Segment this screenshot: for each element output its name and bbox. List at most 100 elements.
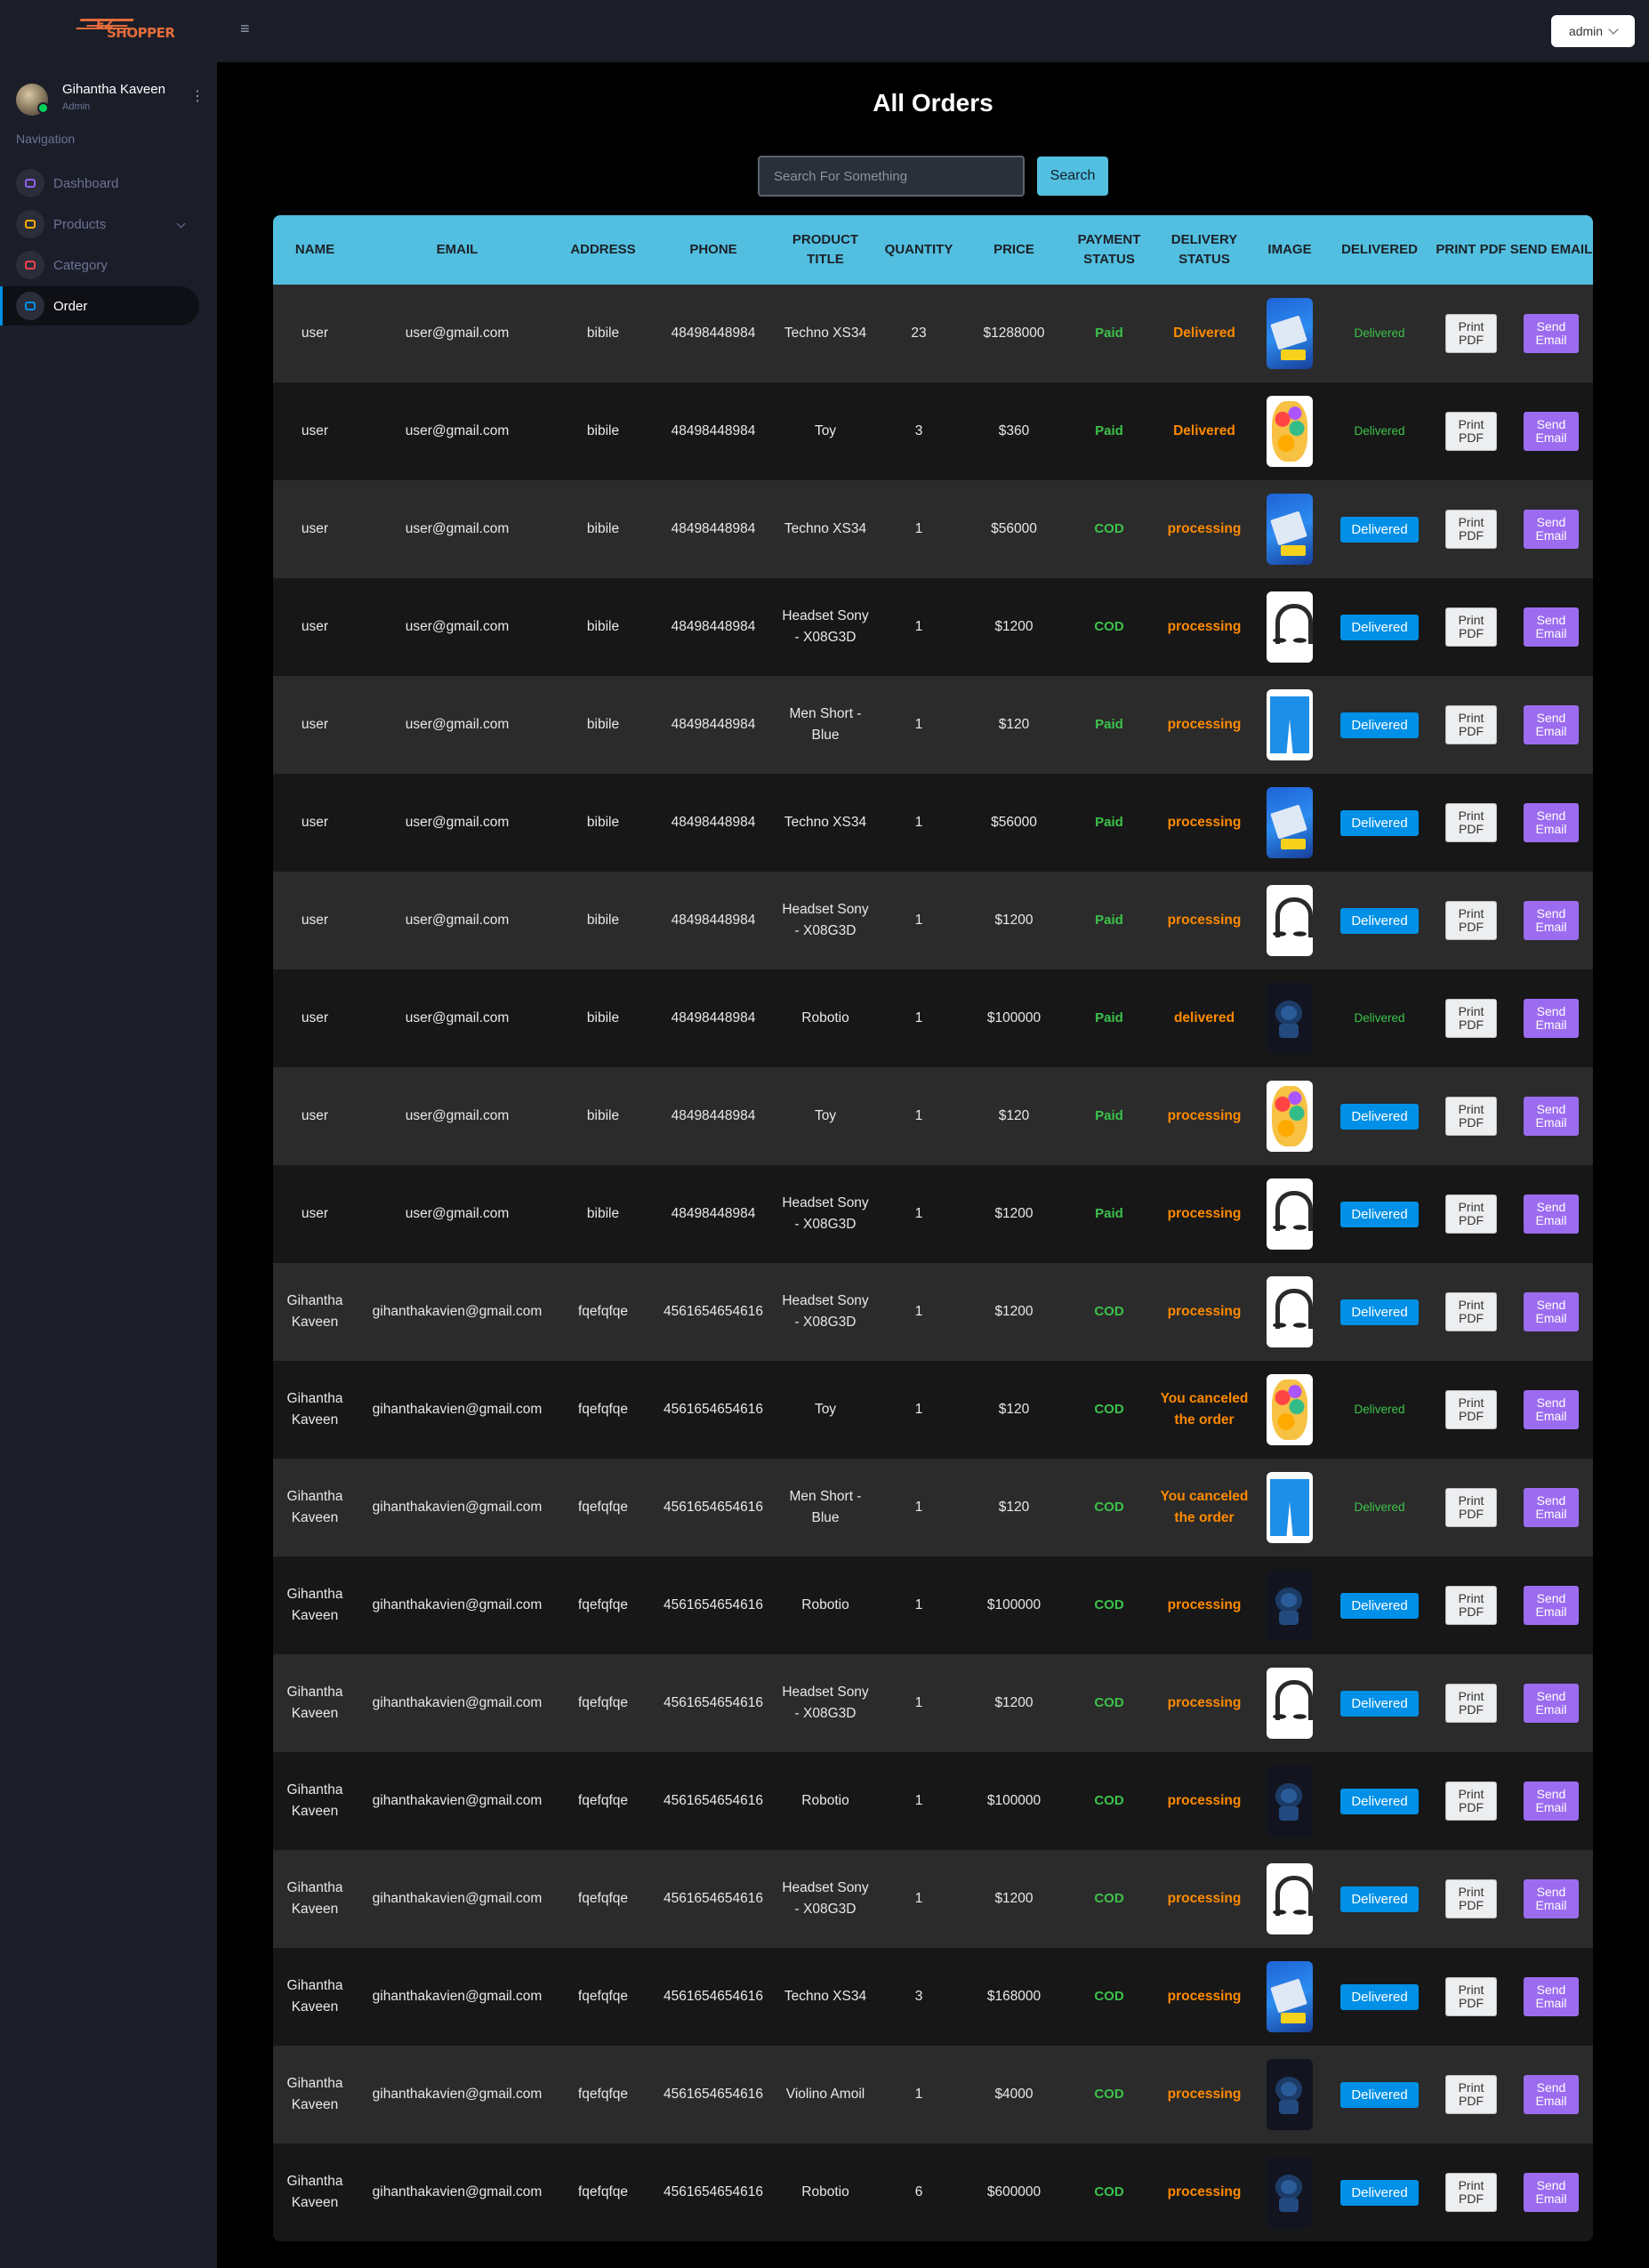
print-pdf-button[interactable]: Print PDF [1445,1977,1497,2016]
sidebar-item-products[interactable]: Products [0,205,199,244]
print-pdf-button[interactable]: Print PDF [1445,607,1497,647]
column-header[interactable]: PRODUCT TITLE [778,215,873,285]
column-header[interactable]: DELIVERED [1326,215,1433,285]
column-header[interactable]: IMAGE [1253,215,1326,285]
send-email-button[interactable]: Send Email [1524,999,1579,1038]
mark-delivered-button[interactable]: Delivered [1340,1201,1419,1227]
print-pdf-button[interactable]: Print PDF [1445,803,1497,842]
mark-delivered-button[interactable]: Delivered [1340,2179,1419,2206]
column-header[interactable]: PHONE [648,215,778,285]
print-pdf-button[interactable]: Print PDF [1445,510,1497,549]
search-input[interactable] [758,156,1025,197]
send-email-button[interactable]: Send Email [1524,705,1579,744]
column-header[interactable]: QUANTITY [873,215,965,285]
send-email-button[interactable]: Send Email [1524,803,1579,842]
cell-print-pdf: Print PDF [1433,2143,1509,2241]
send-email-button[interactable]: Send Email [1524,1684,1579,1723]
cell-address-text: bibile [586,1108,620,1123]
mark-delivered-button[interactable]: Delivered [1340,1299,1419,1325]
send-email-button[interactable]: Send Email [1524,1586,1579,1625]
cell-name-text: user [301,913,329,928]
product-thumbnail [1267,591,1313,663]
print-pdf-button[interactable]: Print PDF [1445,314,1497,353]
sidebar: Gihantha Kaveen Admin ⋮ Navigation Dashb… [0,62,217,2268]
cell-delivered: Delivered [1326,1067,1433,1165]
send-email-button[interactable]: Send Email [1524,1194,1579,1234]
send-email-button[interactable]: Send Email [1524,607,1579,647]
send-email-button[interactable]: Send Email [1524,1977,1579,2016]
print-pdf-button[interactable]: Print PDF [1445,1488,1497,1527]
mark-delivered-button[interactable]: Delivered [1340,516,1419,543]
print-pdf-button[interactable]: Print PDF [1445,2173,1497,2212]
send-email-button[interactable]: Send Email [1524,2173,1579,2212]
print-pdf-button[interactable]: Print PDF [1445,1879,1497,1918]
column-header[interactable]: EMAIL [357,215,558,285]
column-header[interactable]: SEND EMAIL [1509,215,1593,285]
send-email-button[interactable]: Send Email [1524,1292,1579,1331]
send-email-button[interactable]: Send Email [1524,901,1579,940]
mark-delivered-button[interactable]: Delivered [1340,1690,1419,1717]
cell-email: gihanthakavien@gmail.com [357,1654,558,1752]
cell-delivery-status: processing [1155,1948,1253,2046]
print-pdf-button[interactable]: Print PDF [1445,412,1497,451]
send-email-button[interactable]: Send Email [1524,412,1579,451]
sidebar-item-category[interactable]: Category [0,245,199,285]
column-header[interactable]: PRINT PDF [1433,215,1509,285]
send-email-button[interactable]: Send Email [1524,314,1579,353]
cell-email: gihanthakavien@gmail.com [357,1948,558,2046]
mark-delivered-button[interactable]: Delivered [1340,1886,1419,1912]
avatar[interactable] [16,84,49,116]
mark-delivered-button[interactable]: Delivered [1340,712,1419,738]
send-email-button[interactable]: Send Email [1524,1879,1579,1918]
search-button[interactable]: Search [1037,157,1108,196]
mark-delivered-button[interactable]: Delivered [1340,1592,1419,1619]
print-pdf-button[interactable]: Print PDF [1445,999,1497,1038]
more-vertical-icon[interactable]: ⋮ [190,87,205,105]
ezshopper-logo[interactable]: EZ SHOPPER [76,16,175,44]
cell-email: gihanthakavien@gmail.com [357,1752,558,1850]
admin-dropdown[interactable]: admin [1551,15,1635,47]
cell-phone-text: 4561654654616 [663,2184,764,2200]
cell-address-text: bibile [586,717,620,732]
print-pdf-button[interactable]: Print PDF [1445,1684,1497,1723]
table-row: user user@gmail.com bibile 48498448984 Techn… [273,480,1593,578]
column-header[interactable]: PAYMENT STATUS [1063,215,1155,285]
send-email-button[interactable]: Send Email [1524,1097,1579,1136]
cell-payment-status: COD [1063,1459,1155,1556]
cell-name: user [273,872,357,969]
send-email-button[interactable]: Send Email [1524,510,1579,549]
mark-delivered-button[interactable]: Delivered [1340,1103,1419,1130]
column-header[interactable]: NAME [273,215,357,285]
cell-delivery-status-text: processing [1167,1108,1242,1123]
print-pdf-button[interactable]: Print PDF [1445,1781,1497,1821]
mark-delivered-button[interactable]: Delivered [1340,809,1419,836]
print-pdf-button[interactable]: Print PDF [1445,705,1497,744]
print-pdf-button[interactable]: Print PDF [1445,1390,1497,1429]
column-header[interactable]: DELIVERY STATUS [1155,215,1253,285]
print-pdf-button[interactable]: Print PDF [1445,1194,1497,1234]
mark-delivered-button[interactable]: Delivered [1340,614,1419,640]
mark-delivered-button[interactable]: Delivered [1340,2081,1419,2108]
send-email-button[interactable]: Send Email [1524,1390,1579,1429]
send-email-button[interactable]: Send Email [1524,2075,1579,2114]
column-header[interactable]: PRICE [965,215,1063,285]
menu-toggle-icon[interactable]: ≡ [240,20,250,38]
cell-delivery-status: processing [1155,2143,1253,2241]
cell-email-text: gihanthakavien@gmail.com [372,1793,543,1808]
mark-delivered-button[interactable]: Delivered [1340,907,1419,934]
print-pdf-button[interactable]: Print PDF [1445,1292,1497,1331]
print-pdf-button[interactable]: Print PDF [1445,1586,1497,1625]
cell-name: Gihantha Kaveen [273,1654,357,1752]
send-email-button[interactable]: Send Email [1524,1488,1579,1527]
sidebar-item-order[interactable]: Order [0,286,199,326]
send-email-button[interactable]: Send Email [1524,1781,1579,1821]
column-header[interactable]: ADDRESS [558,215,648,285]
mark-delivered-button[interactable]: Delivered [1340,1983,1419,2010]
cell-delivered: Delivered [1326,969,1433,1067]
cell-phone-text: 4561654654616 [663,1891,764,1906]
mark-delivered-button[interactable]: Delivered [1340,1788,1419,1814]
print-pdf-button[interactable]: Print PDF [1445,1097,1497,1136]
sidebar-item-dashboard[interactable]: Dashboard [0,164,199,203]
print-pdf-button[interactable]: Print PDF [1445,2075,1497,2114]
print-pdf-button[interactable]: Print PDF [1445,901,1497,940]
